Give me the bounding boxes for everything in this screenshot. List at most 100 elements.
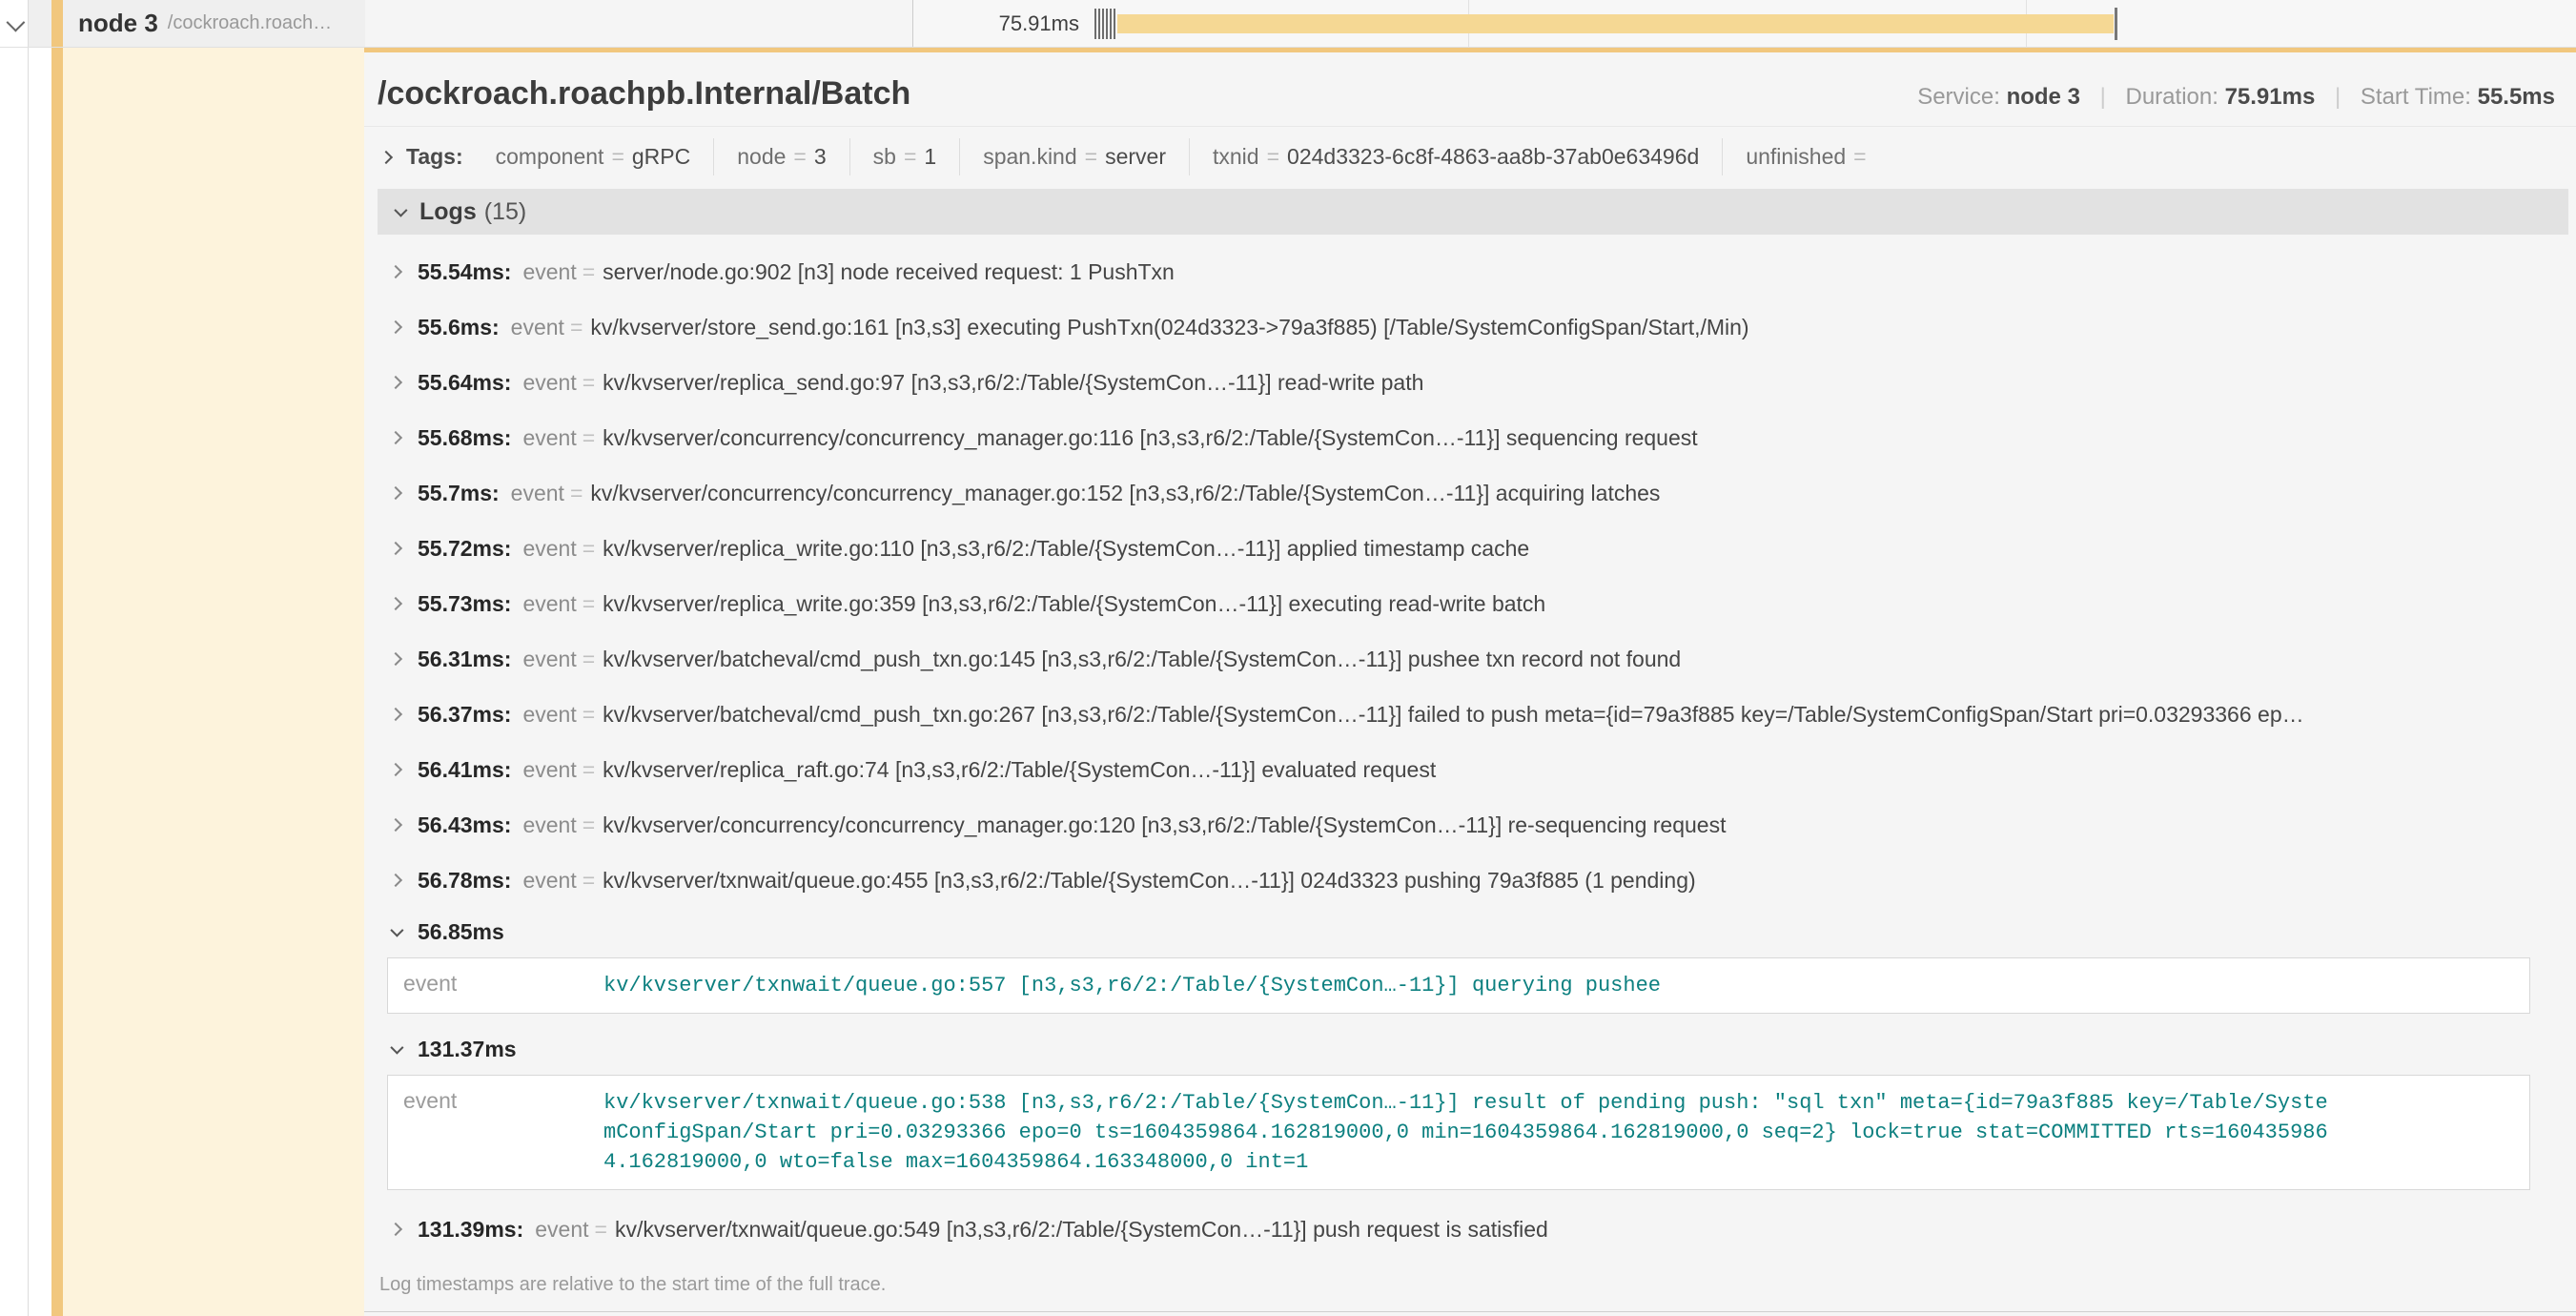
chevron-right-icon [389,597,402,610]
chevron-right-icon [389,320,402,334]
logs-accordion-header[interactable]: Logs (15) [378,189,2568,235]
log-entry-row[interactable]: 56.31ms:event=kv/kvserver/batcheval/cmd_… [364,631,2576,687]
log-message: kv/kvserver/txnwait/queue.go:549 [n3,s3,… [615,1217,2576,1243]
tag-equals: = [904,144,916,169]
log-message: kv/kvserver/concurrency/concurrency_mana… [603,812,2576,838]
chevron-right-icon [389,708,402,721]
tag-value: 024d3323-6c8f-4863-aa8b-37ab0e63496d [1287,144,1699,169]
timeline-header-row: node 3 /cockroach.roach… 75.91ms [0,0,2576,48]
timeline-track[interactable]: 75.91ms [913,0,2576,47]
chevron-right-icon [389,652,402,666]
log-field-key: event [522,536,576,562]
start-time-label: Start Time: [2361,84,2471,110]
chevron-slot [389,1224,402,1234]
log-message: kv/kvserver/replica_write.go:359 [n3,s3,… [603,591,2576,617]
log-timestamp: 131.37ms [418,1037,517,1062]
log-entry-row[interactable]: 56.43ms: event = kv/kvserver/concurrency/co… [364,797,2576,853]
log-field-key: event [522,370,576,396]
tag-value: gRPC [632,144,690,169]
chevron-right-icon [389,265,402,278]
chevron-right-icon [389,376,402,389]
log-tick [1098,9,1100,39]
chevron-slot [389,820,402,830]
log-tick [1110,9,1112,39]
span-service-name: node 3 [78,9,158,38]
tag-key: txnid [1213,144,1259,169]
tag-equals: = [1085,144,1097,169]
log-message: kv/kvserver/store_send.go:161 [n3,s3] ex… [590,315,2576,340]
tag-value: server [1105,144,1166,169]
logs-count: (15) [484,198,526,226]
chevron-right-icon [389,818,402,832]
log-message: kv/kvserver/replica_send.go:97 [n3,s3,r6… [603,370,2576,396]
chevron-right-icon [389,874,402,887]
chevron-slot [389,322,402,332]
log-field-key: event [522,702,576,728]
chevron-slot [389,488,402,498]
log-timestamp: 56.37ms: [418,702,511,728]
log-tick [1094,9,1096,39]
log-entry-row[interactable]: 55.54ms:event=server/node.go:902 [n3] no… [364,244,2576,299]
meta-divider: | [2335,84,2341,110]
log-timestamp: 55.6ms: [418,315,500,340]
log-field-key: event [511,481,564,506]
service-label: Service: [1917,84,2000,110]
log-field-key: event [535,1217,588,1243]
span-duration-bar[interactable] [1117,14,2114,33]
log-entry-detail-box: eventkv/kvserver/txnwait/queue.go:557 [n… [387,957,2530,1014]
log-field-key: event [522,812,576,838]
log-entry-row[interactable]: 56.41ms:event=kv/kvserver/replica_raft.g… [364,742,2576,797]
tag-value: 1 [924,144,936,169]
tag-sb[interactable]: sb=1 [849,138,960,175]
log-entry-row[interactable]: 131.39ms:event=kv/kvserver/txnwait/queue… [364,1202,2576,1257]
tag-key: node [737,144,786,169]
log-entry-row[interactable]: 55.64ms:event=kv/kvserver/replica_send.g… [364,355,2576,410]
log-field-key: event [388,971,603,1000]
chevron-slot [389,875,402,885]
trace-body: /cockroach.roachpb.Internal/Batch Servic… [0,48,2576,1316]
tag-txnid[interactable]: txnid=024d3323-6c8f-4863-aa8b-37ab0e6349… [1189,138,1722,175]
log-message: kv/kvserver/batcheval/cmd_push_txn.go:14… [603,647,2576,672]
log-entry-row[interactable]: 55.7ms:event=kv/kvserver/concurrency/con… [364,465,2576,521]
span-operation-name: /cockroach.roach… [168,12,332,34]
log-entry-row[interactable]: 56.37ms:event=kv/kvserver/batcheval/cmd_… [364,687,2576,742]
chevron-down-icon [390,1041,403,1055]
log-entry-row[interactable]: 55.72ms:event=kv/kvserver/replica_write.… [364,521,2576,576]
chevron-right-icon [389,763,402,776]
log-entry-row[interactable]: 56.78ms:event=kv/kvserver/txnwait/queue.… [364,853,2576,908]
log-entry-row[interactable]: 55.6ms:event=kv/kvserver/store_send.go:1… [364,299,2576,355]
log-equals: = [583,702,595,728]
span-name-cell[interactable]: node 3 /cockroach.roach… [29,0,365,47]
chevron-down-icon[interactable] [6,12,25,31]
log-equals: = [583,812,595,838]
log-timestamp: 56.43ms: [418,812,511,838]
log-equals: = [583,647,595,672]
log-entry-row[interactable]: 55.68ms:event=kv/kvserver/concurrency/co… [364,410,2576,465]
log-timestamp: 55.72ms: [418,536,511,562]
tag-equals: = [793,144,806,169]
log-timestamp: 55.7ms: [418,481,500,506]
tag-node[interactable]: node = 3 [713,138,848,175]
log-timestamp: 56.85ms [418,919,504,945]
span-end-marker [2115,8,2117,40]
tag-component[interactable]: component=gRPC [473,138,714,175]
span-duration-label: 75.91ms [917,11,1079,36]
chevron-slot [389,544,402,553]
tag-span.kind[interactable]: span.kind=server [959,138,1189,175]
logs-title: Logs [419,198,477,226]
collapse-gutter[interactable] [0,0,29,47]
tags-accordion[interactable]: Tags: component=gRPCnode=3sb=1span.kind=… [364,127,2576,187]
log-equals: = [583,868,595,894]
log-entry-row[interactable]: 55.73ms:event=kv/kvserver/replica_write.… [364,576,2576,631]
span-name-column-spacer [365,0,913,47]
log-entry-expanded-header[interactable]: 131.37ms [364,1025,2576,1073]
log-equals: = [570,315,583,340]
log-entry-expanded-header[interactable]: 56.85ms [364,908,2576,956]
span-title: /cockroach.roachpb.Internal/Batch [378,75,910,113]
span-accent-bar [51,0,63,47]
tag-value: 3 [814,144,827,169]
log-timestamp: 55.64ms: [418,370,511,396]
chevron-right-icon [389,486,402,500]
log-tick [1114,9,1115,39]
tag-unfinished[interactable]: unfinished= [1722,138,1896,175]
